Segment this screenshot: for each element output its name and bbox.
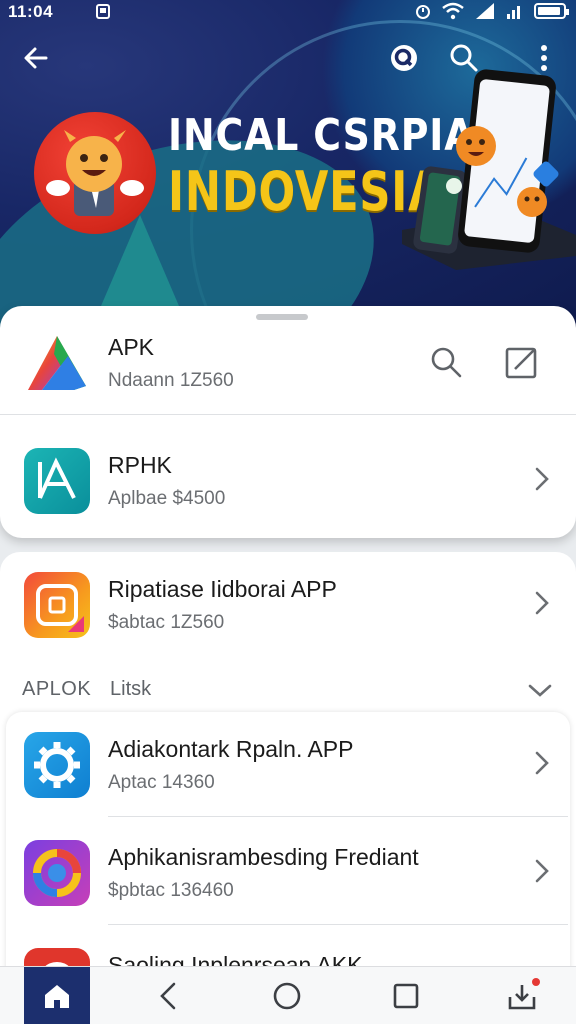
chevron-right-icon bbox=[535, 859, 549, 883]
nav-recents-button[interactable] bbox=[386, 976, 426, 1016]
list-item-title: Aphikanisrambesding Frediant bbox=[108, 844, 419, 870]
list-item[interactable]: Aphikanisrambesding Frediant $pbtac 1364… bbox=[6, 820, 570, 924]
list-item[interactable]: Adiakontark Rpaln. APP Aptac 14360 bbox=[6, 712, 570, 816]
apk-sheet: APK Ndaann 1Z560 RPHK Aplbae $4500 bbox=[0, 306, 576, 538]
apk-row[interactable]: APK Ndaann 1Z560 bbox=[0, 310, 576, 414]
chevron-down-icon[interactable] bbox=[526, 678, 554, 702]
phone-illustration-icon bbox=[402, 69, 576, 270]
nav-back-icon bbox=[160, 982, 176, 1010]
triangle-logo-icon bbox=[28, 336, 86, 390]
wifi-icon bbox=[442, 2, 464, 20]
chevron-right-icon bbox=[535, 467, 549, 491]
back-button[interactable] bbox=[16, 38, 56, 78]
download-icon bbox=[508, 985, 536, 1010]
mascot-icon bbox=[46, 130, 144, 216]
chevron-right-icon bbox=[535, 751, 549, 775]
square-icon bbox=[393, 983, 419, 1009]
sim-icon bbox=[96, 4, 110, 19]
frame-icon bbox=[36, 584, 84, 632]
list-item-icon bbox=[24, 840, 90, 906]
nav-back-button[interactable] bbox=[148, 976, 188, 1016]
chevron-right-icon bbox=[535, 591, 549, 615]
alarm-icon bbox=[416, 5, 430, 19]
gear-icon bbox=[34, 742, 80, 788]
sheet-search-button[interactable] bbox=[426, 342, 466, 382]
section-header[interactable]: APLOK Litsk bbox=[0, 672, 576, 710]
list-item-icon bbox=[24, 732, 90, 798]
mascot-logo bbox=[34, 112, 156, 234]
apk-app-icon bbox=[24, 330, 90, 396]
featured-app-title: Ripatiase Iidborai APP bbox=[108, 576, 337, 602]
status-time: 11:04 bbox=[8, 2, 54, 21]
circle-icon bbox=[273, 982, 301, 1010]
search-icon bbox=[431, 347, 462, 378]
apk-subtitle: Ndaann 1Z560 bbox=[108, 370, 234, 391]
list-divider bbox=[108, 816, 568, 817]
rphk-row[interactable]: RPHK Aplbae $4500 bbox=[0, 428, 576, 532]
phone-illustration bbox=[396, 60, 576, 270]
featured-app-row[interactable]: Ripatiase Iidborai APP $abtac 1Z560 bbox=[0, 552, 576, 656]
list-item-subtitle: $pbtac 136460 bbox=[108, 880, 234, 901]
nav-download-button[interactable] bbox=[502, 976, 542, 1016]
rphk-title: RPHK bbox=[108, 452, 172, 478]
rphk-app-icon bbox=[24, 448, 90, 514]
nav-home-tab[interactable] bbox=[24, 967, 90, 1024]
signal-icon bbox=[476, 3, 494, 19]
featured-app-icon bbox=[24, 572, 90, 638]
section-label: APLOK bbox=[22, 678, 92, 700]
featured-app-subtitle: $abtac 1Z560 bbox=[108, 612, 225, 633]
sheet-divider bbox=[0, 414, 576, 415]
rphk-subtitle: Aplbae $4500 bbox=[108, 488, 226, 509]
arrow-left-icon bbox=[24, 47, 48, 69]
edit-button[interactable] bbox=[502, 342, 542, 382]
list-divider bbox=[108, 924, 568, 925]
apk-title: APK bbox=[108, 334, 155, 360]
list-item-subtitle: Aptac 14360 bbox=[108, 772, 215, 793]
home-icon bbox=[45, 985, 69, 1008]
header-banner: 11:04 INCAL CSRPIA INDOVESIA bbox=[0, 0, 576, 330]
letter-a-icon bbox=[38, 457, 76, 499]
battery-icon bbox=[534, 3, 569, 19]
signal-bars-icon bbox=[507, 6, 520, 19]
list-item-title: Adiakontark Rpaln. APP bbox=[108, 736, 354, 762]
nav-home-button[interactable] bbox=[267, 976, 307, 1016]
circle-logo-icon bbox=[33, 849, 81, 897]
edit-icon bbox=[505, 347, 537, 379]
notification-dot bbox=[532, 978, 540, 986]
section-label-secondary: Litsk bbox=[110, 678, 152, 700]
status-bar: 11:04 bbox=[0, 0, 576, 24]
bottom-navigation bbox=[0, 966, 576, 1024]
